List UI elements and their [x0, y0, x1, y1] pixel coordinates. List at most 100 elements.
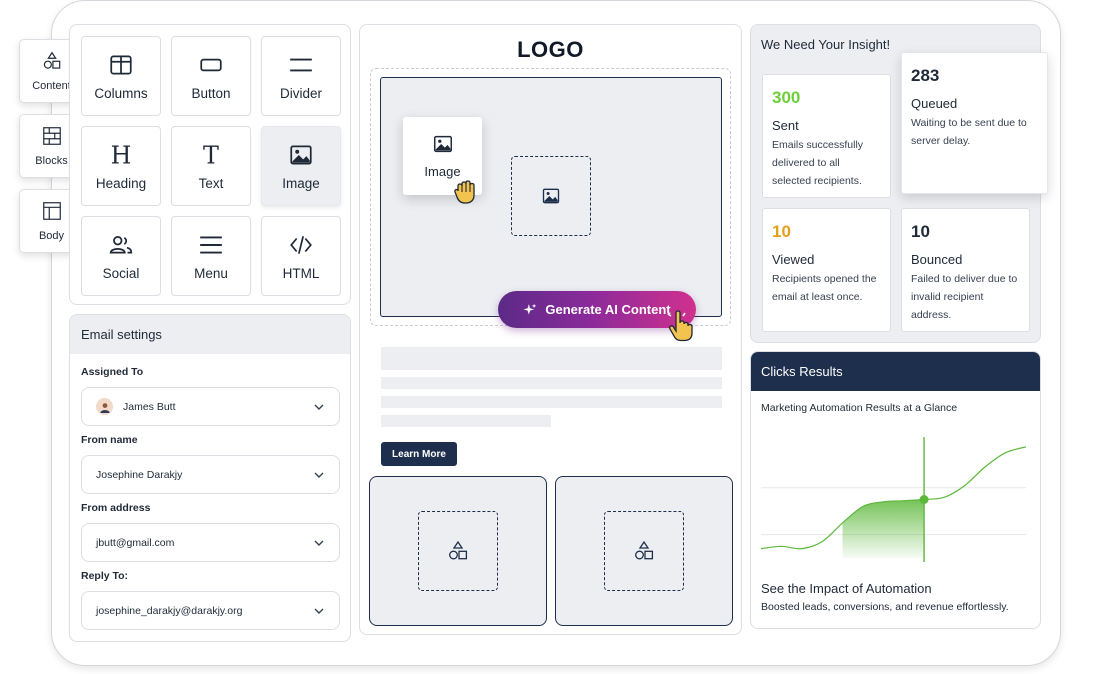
- divider-icon: [290, 58, 312, 71]
- shapes-icon: [449, 540, 468, 560]
- block-button[interactable]: Button: [171, 36, 251, 116]
- reply-to-select[interactable]: josephine_darakjy@darakjy.org: [81, 591, 340, 630]
- learn-more-button[interactable]: Learn More: [381, 442, 457, 466]
- block-label: Heading: [95, 175, 147, 191]
- content-drop-zone[interactable]: [418, 511, 498, 591]
- chart-highlight-point: [919, 495, 929, 504]
- block-divider[interactable]: Divider: [261, 36, 341, 116]
- button-icon: [200, 58, 222, 71]
- stat-number: 300: [772, 88, 801, 107]
- stat-description: Emails successfully delivered to all sel…: [772, 139, 864, 187]
- stat-card-viewed: 10 Viewed Recipients opened the email at…: [762, 208, 891, 332]
- stat-name: Sent: [772, 118, 799, 133]
- block-label: Button: [191, 85, 231, 101]
- from-address-select[interactable]: jbutt@gmail.com: [81, 523, 340, 562]
- insight-title: We Need Your Insight!: [761, 37, 891, 52]
- impact-description: Boosted leads, conversions, and revenue …: [761, 601, 1009, 613]
- stat-card-bounced: 10 Bounced Failed to deliver due to inva…: [901, 208, 1030, 332]
- stat-card-queued: 283 Queued Waiting to be sent due to ser…: [901, 52, 1048, 194]
- clicks-results-title: Clicks Results: [751, 352, 1040, 391]
- stat-card-sent: 300 Sent Emails successfully delivered t…: [762, 74, 891, 198]
- from-name-label: From name: [81, 434, 138, 446]
- clicks-subtitle: Marketing Automation Results at a Glance: [761, 402, 958, 414]
- rail-tab-label: Blocks: [35, 155, 68, 167]
- text-placeholder: [381, 415, 551, 427]
- stat-description: Recipients opened the email at least onc…: [772, 273, 877, 303]
- email-settings-title: Email settings: [70, 315, 350, 354]
- chevron-down-icon: [314, 608, 324, 614]
- email-canvas: LOGO Image Generate AI Content Learn Mor…: [359, 24, 742, 635]
- stat-number: 283: [911, 66, 940, 85]
- stat-name: Queued: [911, 96, 958, 111]
- chevron-down-icon: [314, 472, 324, 478]
- block-image[interactable]: Image: [261, 126, 341, 206]
- text-placeholder: [381, 396, 722, 408]
- dragged-image-label: Image: [424, 164, 461, 179]
- from-name-value: Josephine Darakjy: [96, 468, 183, 481]
- stat-description: Failed to deliver due to invalid recipie…: [911, 273, 1018, 321]
- block-html[interactable]: HTML: [261, 216, 341, 296]
- shapes-icon: [635, 540, 654, 560]
- stat-number: 10: [911, 222, 930, 241]
- block-text[interactable]: T Text: [171, 126, 251, 206]
- svg-text:H: H: [111, 142, 132, 168]
- insight-panel: We Need Your Insight! 300 Sent Emails su…: [750, 24, 1048, 343]
- email-settings-panel: Email settings Assigned To James Butt Fr…: [69, 314, 351, 642]
- assigned-to-label: Assigned To: [81, 366, 144, 378]
- block-label: Image: [282, 175, 320, 191]
- block-label: Menu: [194, 265, 228, 281]
- grab-hand-icon: [454, 180, 475, 204]
- content-drop-zone[interactable]: [604, 511, 684, 591]
- columns-icon: [110, 54, 132, 75]
- stat-number: 10: [772, 222, 791, 241]
- from-address-label: From address: [81, 502, 151, 514]
- sparkle-icon: [523, 303, 537, 315]
- block-label: Columns: [94, 85, 148, 101]
- block-label: Text: [198, 175, 224, 191]
- reply-to-value: josephine_darakjy@darakjy.org: [96, 604, 243, 617]
- blocks-icon: [42, 127, 61, 145]
- avatar: [96, 398, 113, 415]
- social-icon: [109, 235, 133, 253]
- block-heading[interactable]: H Heading: [81, 126, 161, 206]
- image-icon: [433, 135, 452, 153]
- image-drop-zone[interactable]: [511, 156, 591, 236]
- text-placeholder: [381, 347, 722, 370]
- chart-area-fill: [842, 499, 925, 558]
- stat-description: Waiting to be sent due to server delay.: [911, 117, 1027, 147]
- code-icon: [290, 235, 312, 254]
- heading-icon: H: [111, 142, 132, 168]
- block-menu[interactable]: Menu: [171, 216, 251, 296]
- menu-icon: [200, 235, 222, 254]
- block-label: HTML: [282, 265, 320, 281]
- rail-tab-label: Body: [38, 230, 65, 242]
- blocks-panel: Columns Button Divider H Heading T Text …: [69, 24, 351, 305]
- image-icon: [290, 144, 312, 165]
- reply-to-label: Reply To:: [81, 570, 129, 582]
- clicks-results-panel: Clicks Results Marketing Automation Resu…: [750, 351, 1041, 629]
- block-columns[interactable]: Columns: [81, 36, 161, 116]
- body-layout-icon: [42, 202, 61, 220]
- block-social[interactable]: Social: [81, 216, 161, 296]
- column-left[interactable]: [369, 476, 547, 626]
- rail-tab-label: Content: [32, 80, 71, 92]
- from-name-select[interactable]: Josephine Darakjy: [81, 455, 340, 494]
- svg-text:T: T: [203, 142, 219, 168]
- from-address-value: jbutt@gmail.com: [96, 536, 175, 549]
- assigned-to-select[interactable]: James Butt: [81, 387, 340, 426]
- column-right[interactable]: [555, 476, 733, 626]
- pointer-hand-icon: [667, 310, 693, 342]
- chevron-down-icon: [314, 404, 324, 410]
- clicks-chart: [761, 437, 1026, 562]
- text-icon: T: [203, 142, 219, 168]
- stat-name: Viewed: [772, 252, 815, 267]
- block-label: Social: [102, 265, 140, 281]
- text-placeholder: [381, 377, 722, 389]
- impact-title: See the Impact of Automation: [761, 581, 932, 596]
- assigned-to-value: James Butt: [123, 400, 176, 413]
- generate-ai-content-label: Generate AI Content: [545, 302, 671, 317]
- image-icon: [542, 188, 560, 204]
- block-label: Divider: [279, 85, 322, 101]
- logo: LOGO: [517, 37, 584, 62]
- stat-name: Bounced: [911, 252, 963, 267]
